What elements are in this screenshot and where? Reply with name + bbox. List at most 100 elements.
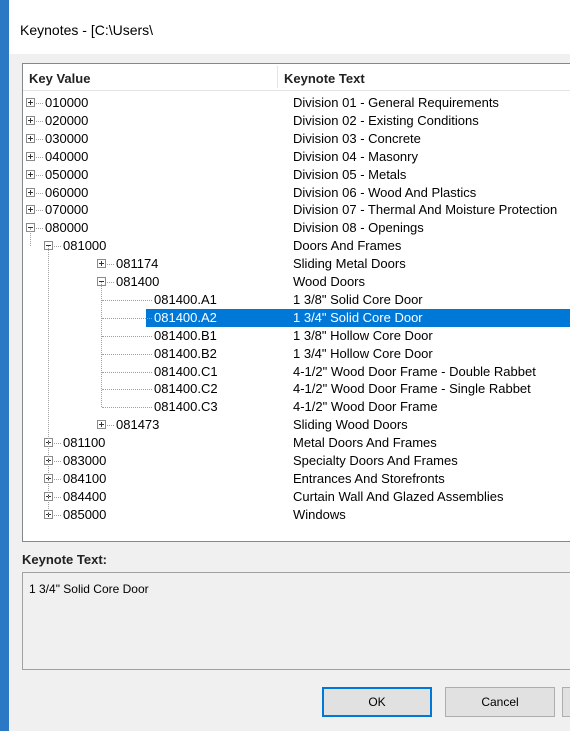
tree-row-text: Division 01 - General Requirements	[293, 95, 499, 110]
tree-row-key: 081400.B2	[154, 345, 217, 361]
tree-row[interactable]: 081400.B2 1 3/4" Hollow Core Door	[23, 345, 570, 363]
tree-connector	[36, 156, 43, 158]
tree-connector	[54, 496, 61, 498]
tree-row-key: 060000	[45, 184, 89, 200]
tree-connector	[54, 478, 61, 480]
tree-connector	[102, 299, 152, 301]
tree-row-key: 070000	[45, 202, 89, 218]
tree-row-text: 1 3/4" Hollow Core Door	[293, 345, 433, 361]
tree-row-text: Division 08 - Openings	[293, 220, 424, 236]
cancel-button[interactable]: Cancel	[445, 687, 555, 717]
tree-connector	[102, 407, 152, 409]
tree-row[interactable]: 070000 Division 07 - Thermal And Moisture…	[23, 201, 570, 219]
tree-row-text: Windows	[293, 506, 346, 522]
tree-connector	[107, 264, 114, 266]
expand-icon[interactable]	[26, 169, 35, 179]
tree-connector	[102, 335, 152, 337]
tree-connector	[36, 120, 43, 122]
keynote-text-value: 1 3/4" Solid Core Door	[29, 582, 149, 596]
tree-row[interactable]: 050000 Division 05 - Metals	[23, 166, 570, 184]
tree-row[interactable]: 010000 Division 01 - General Requirements	[23, 94, 570, 112]
expand-icon[interactable]	[26, 133, 35, 143]
tree-row-text: Division 04 - Masonry	[293, 148, 418, 164]
tree-row[interactable]: 084400 Curtain Wall And Glazed Assemblies	[23, 488, 570, 506]
tree-row[interactable]: 081400 Wood Doors	[23, 273, 570, 291]
column-header-keynote-text[interactable]: Keynote Text	[284, 71, 365, 86]
tree-header: Key Value Keynote Text	[23, 64, 570, 91]
tree-row-key: 083000	[63, 453, 107, 468]
tree-row-key: 085000	[63, 506, 107, 522]
expand-icon[interactable]	[26, 115, 35, 125]
tree-row-key: 040000	[45, 148, 89, 164]
tree-row-key: 081400.A1	[154, 291, 217, 307]
ok-button[interactable]: OK	[322, 687, 432, 717]
tree-connector	[36, 192, 43, 194]
tree-row-key: 020000	[45, 112, 89, 128]
tree-row-key: 081400.C2	[154, 381, 218, 397]
tree-row[interactable]: 081473 Sliding Wood Doors	[23, 416, 570, 434]
tree-row-text: Sliding Wood Doors	[293, 417, 408, 433]
tree-connector	[36, 210, 43, 212]
tree-row-text: 4-1/2" Wood Door Frame - Single Rabbet	[293, 381, 531, 397]
tree-row-text: Specialty Doors And Frames	[293, 453, 458, 468]
tree-row[interactable]: 081400.A1 1 3/8" Solid Core Door	[23, 291, 570, 309]
tree-guide-line	[30, 228, 31, 247]
expand-icon[interactable]	[26, 151, 35, 161]
tree-row[interactable]: 030000 Division 03 - Concrete	[23, 130, 570, 148]
tree-row[interactable]: 081400.C2 4-1/2" Wood Door Frame - Single…	[23, 380, 570, 398]
tree-connector	[102, 317, 152, 319]
tree-row-key: 081400.C3	[154, 399, 218, 415]
tree-row-key: 081400.C1	[154, 363, 218, 379]
expand-icon[interactable]	[26, 187, 35, 197]
tree-row-text: Sliding Metal Doors	[293, 256, 406, 272]
tree-row-key: 081000	[63, 238, 107, 254]
tree-row[interactable]: 081400.C3 4-1/2" Wood Door Frame	[23, 398, 570, 416]
window-title: Keynotes - [C:\Users\	[20, 22, 154, 38]
tree-connector	[36, 138, 43, 140]
keynote-text-label: Keynote Text:	[22, 552, 107, 567]
tree-row-key: 081400	[116, 274, 160, 289]
tree-row-text: Metal Doors And Frames	[293, 435, 437, 451]
tree-connector	[54, 461, 61, 462]
tree-row[interactable]: 081174 Sliding Metal Doors	[23, 255, 570, 273]
tree-row[interactable]: 084100 Entrances And Storefronts	[23, 470, 570, 488]
tree-row[interactable]: 040000 Division 04 - Masonry	[23, 148, 570, 166]
tree-row-text: Doors And Frames	[293, 238, 402, 254]
tree-row-key: 081100	[63, 435, 106, 451]
tree-row[interactable]: 085000 Windows	[23, 506, 570, 524]
tree-row-text: 1 3/8" Solid Core Door	[293, 291, 423, 307]
tree-row-key: 081400.B1	[154, 327, 217, 343]
tree-row[interactable]: 080000 Division 08 - Openings	[23, 219, 570, 237]
tree-row-key: 081174	[116, 256, 159, 272]
tree-row-key: 081400.A2	[154, 309, 217, 325]
tree-row[interactable]: 081400.B1 1 3/8" Hollow Core Door	[23, 327, 570, 345]
column-header-key-value[interactable]: Key Value	[29, 71, 90, 86]
expand-icon[interactable]	[26, 205, 35, 215]
tree-row-text: Division 05 - Metals	[293, 166, 407, 182]
expand-icon[interactable]	[26, 98, 35, 107]
tree-row-text: Entrances And Storefronts	[293, 470, 445, 486]
tree-row[interactable]: 081400.C1 4-1/2" Wood Door Frame - Double…	[23, 363, 570, 381]
title-bar[interactable]: Keynotes - [C:\Users\	[9, 0, 570, 54]
tree-row[interactable]: 081400.A2 1 3/4" Solid Core Door	[23, 308, 570, 327]
tree-connector	[102, 371, 152, 373]
tree-row-key: 084400	[63, 488, 107, 504]
tree-connector	[107, 425, 114, 427]
tree-row[interactable]: 020000 Division 02 - Existing Conditions	[23, 112, 570, 130]
tree-connector	[54, 246, 61, 248]
tree-row[interactable]: 081100 Metal Doors And Frames	[23, 434, 570, 452]
expand-icon[interactable]	[97, 420, 106, 430]
help-button[interactable]	[562, 687, 570, 717]
tree-row[interactable]: 083000 Specialty Doors And Frames	[23, 452, 570, 470]
tree-row-key: 050000	[45, 166, 89, 182]
tree-row[interactable]: 081000 Doors And Frames	[23, 237, 570, 255]
tree-connector	[102, 353, 152, 355]
tree-row-key: 010000	[45, 95, 89, 110]
column-separator[interactable]	[277, 66, 278, 88]
keynote-text-box: 1 3/4" Solid Core Door	[22, 572, 570, 670]
tree-row[interactable]: 060000 Division 06 - Wood And Plastics	[23, 184, 570, 202]
expand-icon[interactable]	[97, 259, 106, 269]
tree-connector	[54, 443, 61, 445]
tree-connector	[102, 389, 152, 391]
keynote-tree[interactable]: Key Value Keynote Text 010000 Division 01…	[22, 63, 570, 542]
